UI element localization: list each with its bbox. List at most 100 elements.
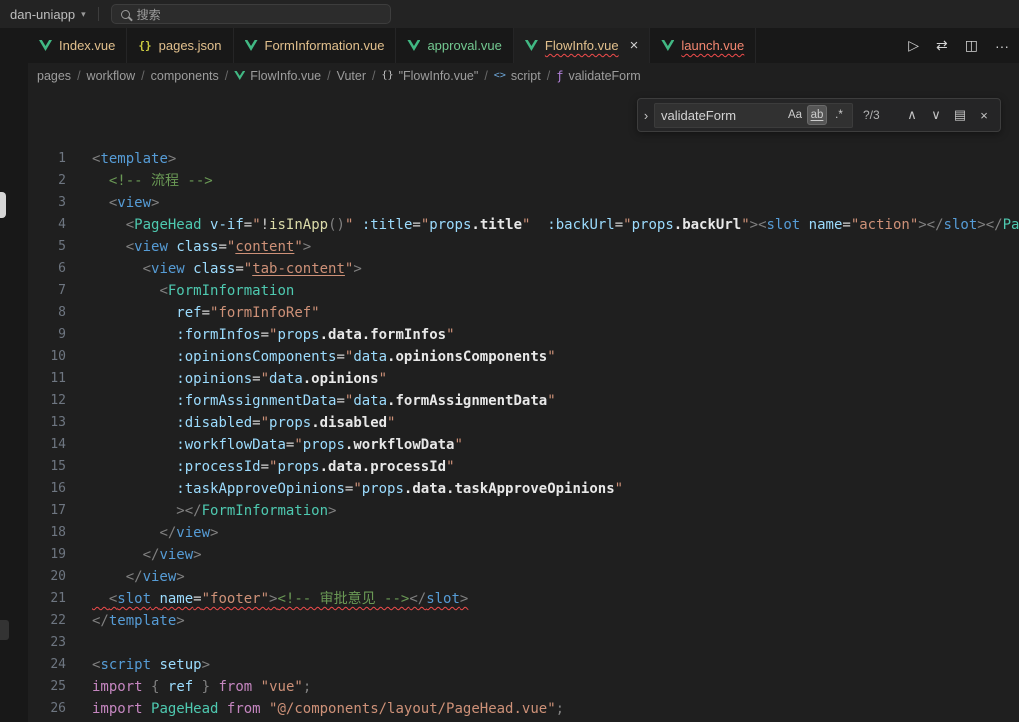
code-line[interactable]: 18 </view> [28,522,1019,544]
line-number[interactable]: 3 [28,192,66,214]
tab-FormInformation.vue[interactable]: FormInformation.vue [234,28,397,63]
workspace-name[interactable]: dan-uniapp [10,7,75,22]
code-token: props [277,459,319,475]
line-number[interactable]: 6 [28,258,66,280]
code-token: "vue" [261,679,303,695]
line-number[interactable]: 21 [28,588,66,610]
code-line[interactable]: 11 :opinions="data.opinions" [28,368,1019,390]
tab-pages.json[interactable]: {}pages.json [127,28,233,63]
breadcrumb-item-script[interactable]: <>script [494,69,541,83]
code-line[interactable]: 25import { ref } from "vue"; [28,676,1019,698]
breadcrumb-item-pages[interactable]: pages [37,69,71,83]
breadcrumb-item-FlowInfo.vue[interactable]: {}"FlowInfo.vue" [382,69,479,83]
code-line[interactable]: 3 <view> [28,192,1019,214]
find-input[interactable] [661,108,783,123]
code-line[interactable]: 15 :processId="props.data.processId" [28,456,1019,478]
find-close-button[interactable]: × [973,104,995,126]
breadcrumb-item-Vuter[interactable]: Vuter [337,69,366,83]
breadcrumb-label: "FlowInfo.vue" [399,69,479,83]
code-line[interactable]: 5 <view class="content"> [28,236,1019,258]
code-line[interactable]: 21 <slot name="footer"><!-- 审批意见 --></sl… [28,588,1019,610]
editor[interactable]: › Aa ab .* ?/3 ∧ ∨ ▤ × 1<template>2 <!--… [28,88,1019,722]
line-number[interactable]: 12 [28,390,66,412]
code-line[interactable]: 24<script setup> [28,654,1019,676]
line-number[interactable]: 15 [28,456,66,478]
code-line[interactable]: 26import PageHead from "@/components/lay… [28,698,1019,720]
code-line[interactable]: 17 ></FormInformation> [28,500,1019,522]
line-number[interactable]: 2 [28,170,66,192]
breadcrumb-item-validateForm[interactable]: ƒvalidateForm [556,69,640,83]
line-number[interactable]: 9 [28,324,66,346]
command-center-search[interactable]: 搜索 [111,4,391,24]
whole-word-button[interactable]: ab [811,109,824,121]
close-icon[interactable]: × [630,38,639,53]
code-token: " [623,217,631,233]
line-number[interactable]: 11 [28,368,66,390]
line-number[interactable]: 8 [28,302,66,324]
code-line[interactable]: 2 <!-- 流程 --> [28,170,1019,192]
code-line[interactable]: 16 :taskApproveOpinions="props.data.task… [28,478,1019,500]
match-case-button[interactable]: Aa [785,105,805,125]
line-number[interactable]: 1 [28,148,66,170]
line-number[interactable]: 5 [28,236,66,258]
code-line[interactable]: 19 </view> [28,544,1019,566]
line-number[interactable]: 26 [28,698,66,720]
code-token: " [387,415,395,431]
line-number[interactable]: 7 [28,280,66,302]
tab-launch.vue[interactable]: launch.vue [650,28,756,63]
code-line[interactable]: 12 :formAssignmentData="data.formAssignm… [28,390,1019,412]
line-number[interactable]: 17 [28,500,66,522]
line-number[interactable]: 10 [28,346,66,368]
line-number[interactable]: 25 [28,676,66,698]
open-changes-icon[interactable]: ⇄ [936,37,948,54]
split-editor-icon[interactable]: ◫ [965,37,978,54]
find-previous-button[interactable]: ∧ [901,104,923,126]
line-number[interactable]: 16 [28,478,66,500]
code-token: > [303,239,311,255]
line-number[interactable]: 24 [28,654,66,676]
code-token [92,195,109,211]
line-number[interactable]: 20 [28,566,66,588]
code-line[interactable]: 4 <PageHead v-if="!isInApp()" :title="pr… [28,214,1019,236]
code-area[interactable]: 1<template>2 <!-- 流程 -->3 <view>4 <PageH… [28,88,1019,720]
breadcrumb-item-components[interactable]: components [151,69,219,83]
line-number[interactable]: 4 [28,214,66,236]
toggle-replace-icon[interactable]: › [638,99,654,131]
code-token: .data.taskApproveOpinions [404,481,615,497]
code-line[interactable]: 13 :disabled="props.disabled" [28,412,1019,434]
code-line-content: <slot name="footer"><!-- 审批意见 --></slot> [66,588,468,610]
code-line[interactable]: 10 :opinionsComponents="data.opinionsCom… [28,346,1019,368]
regex-button[interactable]: .* [829,105,849,125]
more-actions-icon[interactable]: ··· [995,38,1009,54]
find-in-selection-button[interactable]: ▤ [949,104,971,126]
line-number[interactable]: 19 [28,544,66,566]
code-line[interactable]: 14 :workflowData="props.workflowData" [28,434,1019,456]
code-token: v-if [210,217,244,233]
code-token: PageHead [1003,217,1019,233]
breadcrumb-item-FlowInfo.vue[interactable]: FlowInfo.vue [234,69,321,83]
tab-Index.vue[interactable]: Index.vue [28,28,127,63]
tab-label: FlowInfo.vue [545,38,619,53]
code-line[interactable]: 6 <view class="tab-content"> [28,258,1019,280]
tab-approval.vue[interactable]: approval.vue [396,28,513,63]
scrollbar-thumb[interactable] [0,192,6,218]
code-token: " [294,239,302,255]
code-line[interactable]: 7 <FormInformation [28,280,1019,302]
tab-FlowInfo.vue[interactable]: FlowInfo.vue × [514,28,650,63]
code-line[interactable]: 1<template> [28,148,1019,170]
vue-icon [661,40,674,51]
find-next-button[interactable]: ∨ [925,104,947,126]
run-icon[interactable]: ▷ [908,37,919,54]
line-number[interactable]: 13 [28,412,66,434]
line-number[interactable]: 22 [28,610,66,632]
code-line[interactable]: 23 [28,632,1019,654]
code-line[interactable]: 20 </view> [28,566,1019,588]
code-line[interactable]: 8 ref="formInfoRef" [28,302,1019,324]
line-number[interactable]: 23 [28,632,66,654]
breadcrumb-item-workflow[interactable]: workflow [87,69,136,83]
code-token: from [227,701,261,717]
code-line[interactable]: 22</template> [28,610,1019,632]
code-line[interactable]: 9 :formInfos="props.data.formInfos" [28,324,1019,346]
line-number[interactable]: 18 [28,522,66,544]
line-number[interactable]: 14 [28,434,66,456]
